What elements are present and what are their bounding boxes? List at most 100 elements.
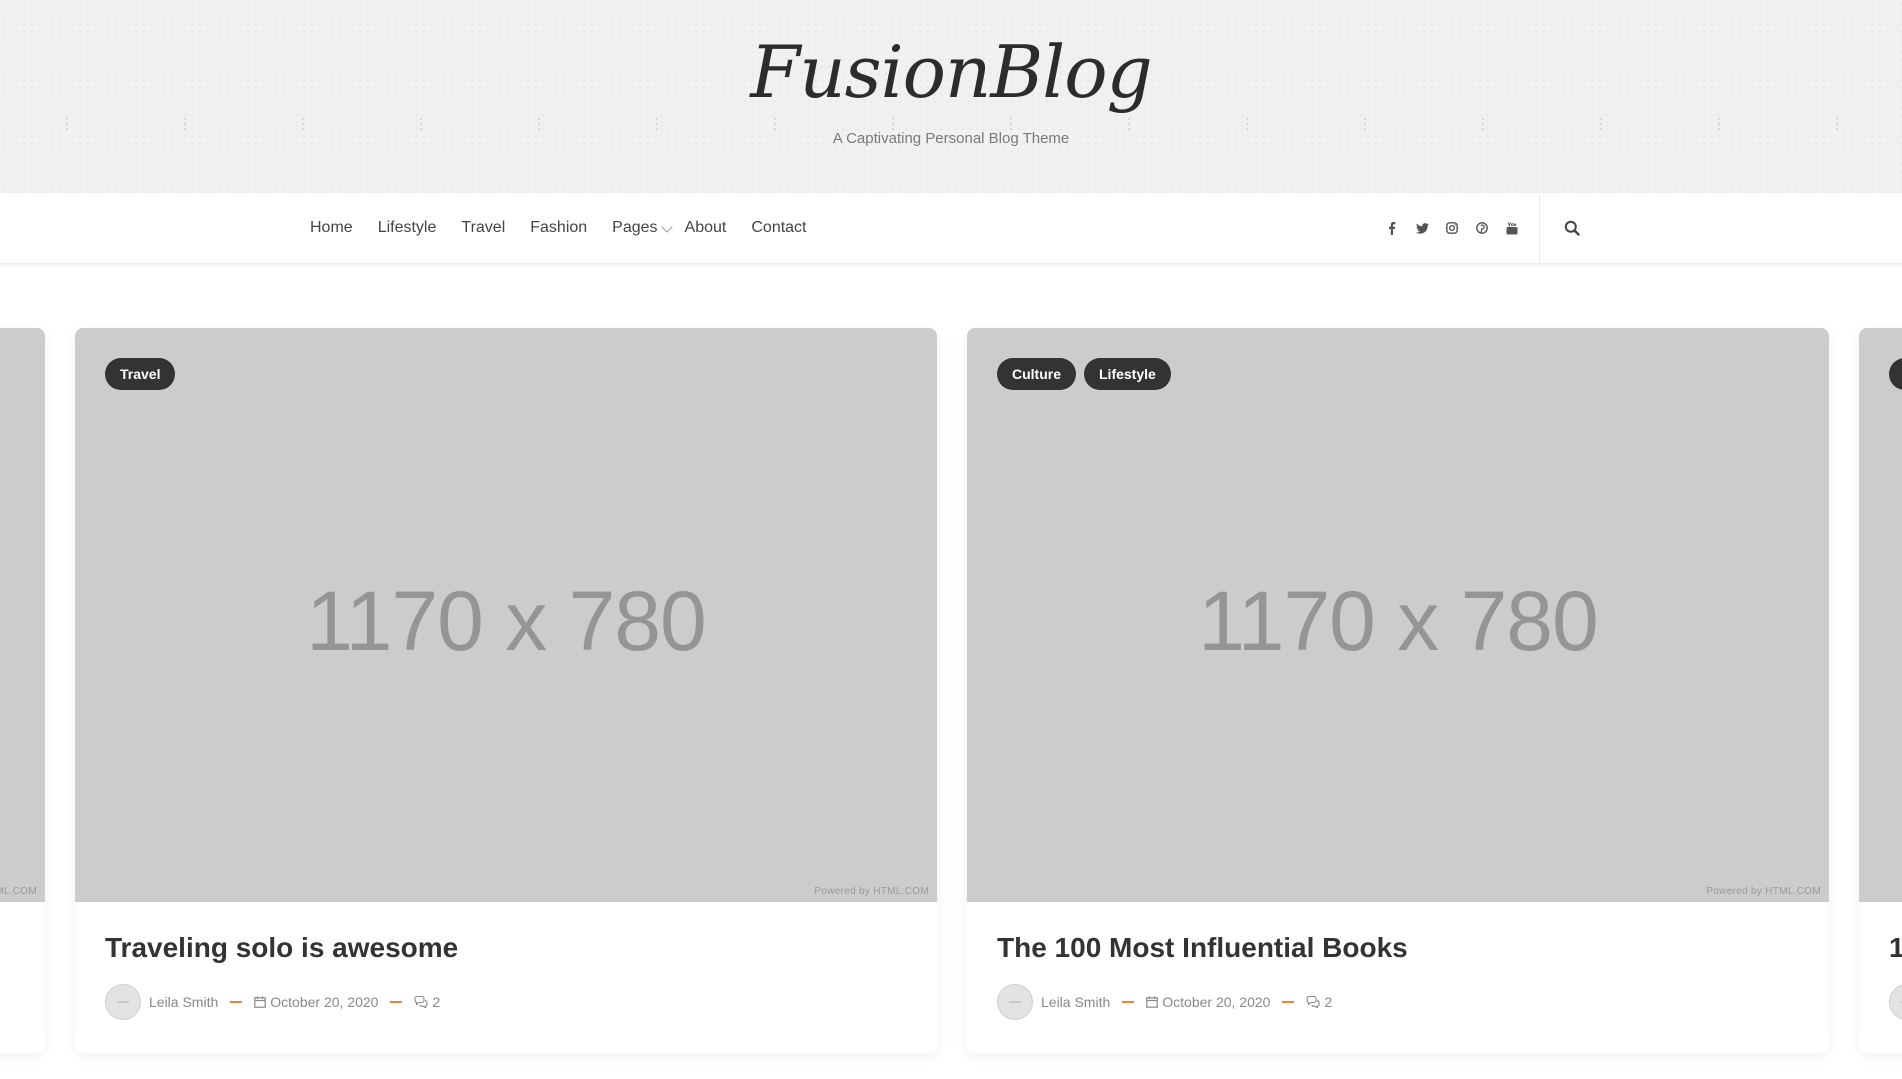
instagram-icon[interactable]: [1437, 213, 1467, 243]
tag-partial[interactable]: [1889, 358, 1902, 390]
powered-by-text: Powered by HTML.COM: [1706, 886, 1821, 897]
post-comments[interactable]: 2: [1306, 994, 1332, 1010]
menu: Home Lifestyle Travel Fashion Pages Abou…: [310, 193, 832, 263]
decorative-dot: [656, 118, 658, 120]
meta-separator: [230, 1001, 243, 1003]
powered-by-text: Powered by HTML.COM: [814, 886, 929, 897]
comments-icon: [414, 996, 429, 1008]
powered-by-text: ML.COM: [0, 886, 37, 897]
nav-item-about[interactable]: About: [685, 219, 727, 237]
decorative-dot: [1128, 123, 1130, 125]
post-thumbnail[interactable]: 1170 x 780 Powered by HTML.COM: [967, 328, 1829, 902]
post-tags: [1889, 358, 1902, 390]
nav-item-pages[interactable]: Pages: [612, 219, 673, 237]
decorative-dot: [774, 118, 776, 120]
post-date: October 20, 2020: [254, 994, 378, 1010]
decorative-dot: [66, 118, 68, 120]
decorative-dot: [1836, 123, 1838, 125]
post-card-partial-left[interactable]: ML.COM: [0, 328, 45, 1053]
post-thumbnail: ML.COM: [0, 328, 45, 902]
comments-icon: [1306, 996, 1321, 1008]
decorative-dot: [420, 118, 422, 120]
decorative-dot: [1482, 123, 1484, 125]
post-meta: [1889, 984, 1902, 1020]
post-date-text: October 20, 2020: [270, 994, 379, 1010]
post-title[interactable]: The 100 Most Influential Books: [997, 932, 1408, 964]
decorative-dot: [302, 118, 304, 120]
decorative-dot: [538, 118, 540, 120]
nav-item-home[interactable]: Home: [310, 219, 353, 237]
post-author[interactable]: Leila Smith: [149, 994, 218, 1010]
decorative-dot: [1010, 118, 1012, 120]
tag-travel[interactable]: Travel: [105, 358, 176, 390]
placeholder-text: 1170 x 780: [306, 574, 706, 668]
post-date-text: October 20, 2020: [1162, 994, 1271, 1010]
post-meta: Leila Smith October 20, 2020 2: [105, 984, 440, 1020]
meta-separator: [390, 1001, 403, 1003]
meta-separator: [1282, 1001, 1295, 1003]
decorative-dot: [1364, 118, 1366, 120]
post-tags: Travel: [105, 358, 183, 390]
decorative-dot: [892, 118, 894, 120]
tag-culture[interactable]: Culture: [997, 358, 1076, 390]
decorative-dot: [1246, 123, 1248, 125]
decorative-dot: [66, 123, 68, 125]
nav-item-contact[interactable]: Contact: [751, 219, 806, 237]
nav-item-fashion[interactable]: Fashion: [530, 219, 587, 237]
decorative-dot: [1010, 123, 1012, 125]
tag-lifestyle[interactable]: Lifestyle: [1084, 358, 1171, 390]
decorative-dot: [302, 123, 304, 125]
post-tags: Culture Lifestyle: [997, 358, 1179, 390]
calendar-icon: [254, 996, 267, 1008]
post-author[interactable]: Leila Smith: [1041, 994, 1110, 1010]
post-comments[interactable]: 2: [414, 994, 440, 1010]
youtube-icon[interactable]: [1497, 213, 1527, 243]
post-title-partial[interactable]: 1: [1889, 932, 1902, 964]
post-comments-count: 2: [1324, 994, 1333, 1010]
nav-item-pages-label: Pages: [612, 219, 658, 236]
post-card[interactable]: 1170 x 780 Powered by HTML.COM Culture L…: [967, 328, 1829, 1053]
post-meta: Leila Smith October 20, 2020 2: [997, 984, 1332, 1020]
decorative-dot: [1364, 123, 1366, 125]
post-title[interactable]: Traveling solo is awesome: [105, 932, 458, 964]
post-date: October 20, 2020: [1146, 994, 1270, 1010]
decorative-dot: [774, 123, 776, 125]
decorative-dot: [184, 118, 186, 120]
site-header: FusionBlog A Captivating Personal Blog T…: [0, 0, 1902, 193]
post-card[interactable]: 1170 x 780 Powered by HTML.COM Travel Tr…: [75, 328, 937, 1053]
facebook-icon[interactable]: [1377, 213, 1407, 243]
post-card-partial-right[interactable]: 1: [1859, 328, 1902, 1053]
decorative-dot: [1128, 118, 1130, 120]
decorative-dot: [656, 123, 658, 125]
post-comments-count: 2: [432, 994, 441, 1010]
decorative-dot: [1600, 123, 1602, 125]
nav-item-travel[interactable]: Travel: [461, 219, 505, 237]
decorative-dot: [1836, 118, 1838, 120]
placeholder-text: 1170 x 780: [1198, 574, 1598, 668]
main-navigation: Home Lifestyle Travel Fashion Pages Abou…: [0, 193, 1902, 264]
decorative-dot: [184, 123, 186, 125]
post-thumbnail[interactable]: 1170 x 780 Powered by HTML.COM: [75, 328, 937, 902]
avatar[interactable]: [1889, 984, 1902, 1020]
decorative-dot: [892, 123, 894, 125]
avatar[interactable]: [997, 984, 1033, 1020]
twitter-icon[interactable]: [1407, 213, 1437, 243]
calendar-icon: [1146, 996, 1159, 1008]
search-icon[interactable]: [1559, 215, 1585, 241]
nav-divider: [1539, 193, 1540, 263]
decorative-dot: [1718, 118, 1720, 120]
site-tagline: A Captivating Personal Blog Theme: [832, 130, 1070, 147]
decorative-dot: [1482, 118, 1484, 120]
decorative-dot: [538, 123, 540, 125]
decorative-dot: [1718, 123, 1720, 125]
site-logo[interactable]: FusionBlog: [0, 36, 1902, 108]
avatar[interactable]: [105, 984, 141, 1020]
decorative-dot: [1600, 118, 1602, 120]
nav-item-lifestyle[interactable]: Lifestyle: [378, 219, 437, 237]
social-links: [1377, 193, 1527, 263]
pinterest-icon[interactable]: [1467, 213, 1497, 243]
decorative-dot: [1246, 118, 1248, 120]
meta-separator: [1122, 1001, 1135, 1003]
decorative-dot: [420, 123, 422, 125]
post-thumbnail: [1859, 328, 1902, 902]
